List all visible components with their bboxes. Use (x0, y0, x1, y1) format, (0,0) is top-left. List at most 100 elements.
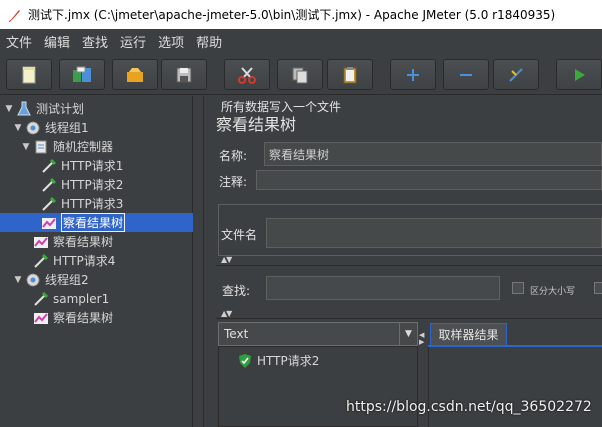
tree-label: HTTP请求4 (53, 254, 116, 268)
tree-label: 察看结果树 (53, 235, 114, 249)
flask-icon (16, 101, 32, 117)
tree-node-http-request-1[interactable]: HTTP请求1 (41, 156, 123, 175)
pipette-icon (33, 253, 49, 269)
menu-file[interactable]: 文件 (6, 32, 32, 51)
menu-bar: 文件 编辑 查找 运行 选项 帮助 (0, 29, 602, 53)
success-shield-icon (237, 353, 253, 369)
tree-node-test-plan[interactable]: ▼ 测试计划 (4, 99, 84, 118)
renderer-value: Text (224, 327, 249, 341)
case-sensitive-checkbox[interactable] (512, 282, 524, 294)
cut-button[interactable] (224, 59, 270, 90)
tree-node-http-request-3[interactable]: HTTP请求3 (41, 194, 123, 213)
divider (216, 265, 602, 266)
templates-icon (71, 65, 93, 85)
name-label: 名称: (219, 149, 248, 163)
new-button[interactable] (6, 59, 52, 90)
tree-label: HTTP请求3 (61, 197, 124, 211)
tree-label: 线程组1 (45, 121, 89, 135)
menu-edit[interactable]: 编辑 (44, 32, 70, 51)
collapse-arrows-icon[interactable]: ▲▼ (221, 255, 232, 264)
regex-checkbox[interactable] (594, 282, 602, 294)
templates-button[interactable] (59, 59, 105, 90)
watermark: https://blog.csdn.net/qq_36502272 (346, 399, 592, 415)
write-to-file-label: 所有数据写入一个文件 (217, 98, 346, 115)
filename-input[interactable] (266, 218, 602, 248)
comment-label: 注释: (219, 175, 248, 189)
expanded-arrow-icon[interactable]: ▼ (21, 142, 31, 152)
tree-label: 线程组2 (45, 273, 89, 287)
cut-icon (237, 65, 257, 85)
expand-all-button[interactable] (390, 59, 436, 90)
split-arrows-icon[interactable]: ◀ ▶ (419, 332, 424, 346)
new-icon (19, 65, 39, 85)
search-label: 查找: (222, 284, 251, 298)
filename-label: 文件名 (221, 228, 258, 242)
tree-label: 测试计划 (36, 102, 85, 116)
expanded-arrow-icon[interactable]: ▼ (13, 275, 23, 285)
tab-sampler-result[interactable]: 取样器结果 (430, 323, 507, 345)
divider (216, 318, 602, 319)
collapse-all-button[interactable] (443, 59, 489, 90)
gear-icon (25, 272, 41, 288)
save-button[interactable] (161, 59, 207, 90)
gear-icon (25, 120, 41, 136)
toggle-icon (506, 65, 526, 85)
pipette-icon (41, 177, 57, 193)
tab-content (428, 347, 602, 427)
chart-icon (41, 215, 57, 231)
tree-label: HTTP请求1 (61, 159, 124, 173)
start-button[interactable] (556, 59, 602, 90)
tree-node-sampler1[interactable]: sampler1 (33, 289, 109, 308)
tree-label: 随机控制器 (53, 140, 114, 154)
menu-search[interactable]: 查找 (82, 32, 108, 51)
copy-icon (290, 65, 310, 85)
menu-options[interactable]: 选项 (158, 32, 184, 51)
jmeter-feather-icon (8, 8, 22, 22)
expanded-arrow-icon[interactable]: ▼ (4, 104, 14, 114)
name-input[interactable]: 察看结果树 (264, 142, 602, 166)
tree-node-view-results-tree-3[interactable]: 察看结果树 (33, 308, 113, 327)
copy-button[interactable] (277, 59, 323, 90)
case-sensitive-label: 区分大小写 (530, 287, 576, 297)
toolbar (0, 53, 602, 95)
collapse-icon (458, 67, 474, 83)
toggle-button[interactable] (493, 59, 539, 90)
tree-node-http-request-4[interactable]: HTTP请求4 (33, 251, 115, 270)
pipette-icon (33, 291, 49, 307)
paste-icon (340, 65, 360, 85)
chart-icon (33, 234, 49, 250)
tree-node-random-controller[interactable]: ▼ 随机控制器 (21, 137, 113, 156)
renderer-select[interactable]: Text ▼ (218, 322, 418, 346)
tree-node-thread-group-1[interactable]: ▼ 线程组1 (13, 118, 89, 137)
pipette-icon (41, 196, 57, 212)
tree-label: 察看结果树 (61, 213, 126, 232)
window-title: 测试下.jmx (C:\jmeter\apache-jmeter-5.0\bin… (28, 8, 556, 22)
result-item[interactable]: HTTP请求2 (237, 351, 319, 370)
tree-node-thread-group-2[interactable]: ▼ 线程组2 (13, 270, 89, 289)
menu-help[interactable]: 帮助 (196, 32, 222, 51)
collapse-arrows-icon[interactable]: ▲▼ (221, 309, 232, 318)
tree-label: HTTP请求2 (61, 178, 124, 192)
tree-label: sampler1 (53, 291, 110, 306)
paste-button[interactable] (327, 59, 373, 90)
chevron-down-icon[interactable]: ▼ (399, 323, 417, 345)
expanded-arrow-icon[interactable]: ▼ (13, 123, 23, 133)
result-item-label: HTTP请求2 (257, 354, 320, 368)
comment-input[interactable] (256, 170, 602, 190)
expand-icon (405, 67, 421, 83)
tree-node-http-request-2[interactable]: HTTP请求2 (41, 175, 123, 194)
test-plan-tree: ▼ 测试计划 ▼ 线程组1 ▼ 随机控制器 HTTP请求1 HTTP请求2 HT… (0, 96, 193, 427)
start-icon (571, 67, 587, 83)
menu-run[interactable]: 运行 (120, 32, 146, 51)
tree-node-view-results-tree-2[interactable]: 察看结果树 (33, 232, 113, 251)
chart-icon (33, 310, 49, 326)
controller-icon (33, 139, 49, 155)
tree-node-view-results-tree-selected[interactable]: 察看结果树 (41, 213, 126, 232)
search-input[interactable] (266, 276, 500, 300)
pipette-icon (41, 158, 57, 174)
open-icon (124, 65, 146, 85)
save-icon (174, 65, 194, 85)
tree-splitter[interactable] (194, 96, 204, 427)
open-button[interactable] (112, 59, 158, 90)
tree-label: 察看结果树 (53, 311, 114, 325)
